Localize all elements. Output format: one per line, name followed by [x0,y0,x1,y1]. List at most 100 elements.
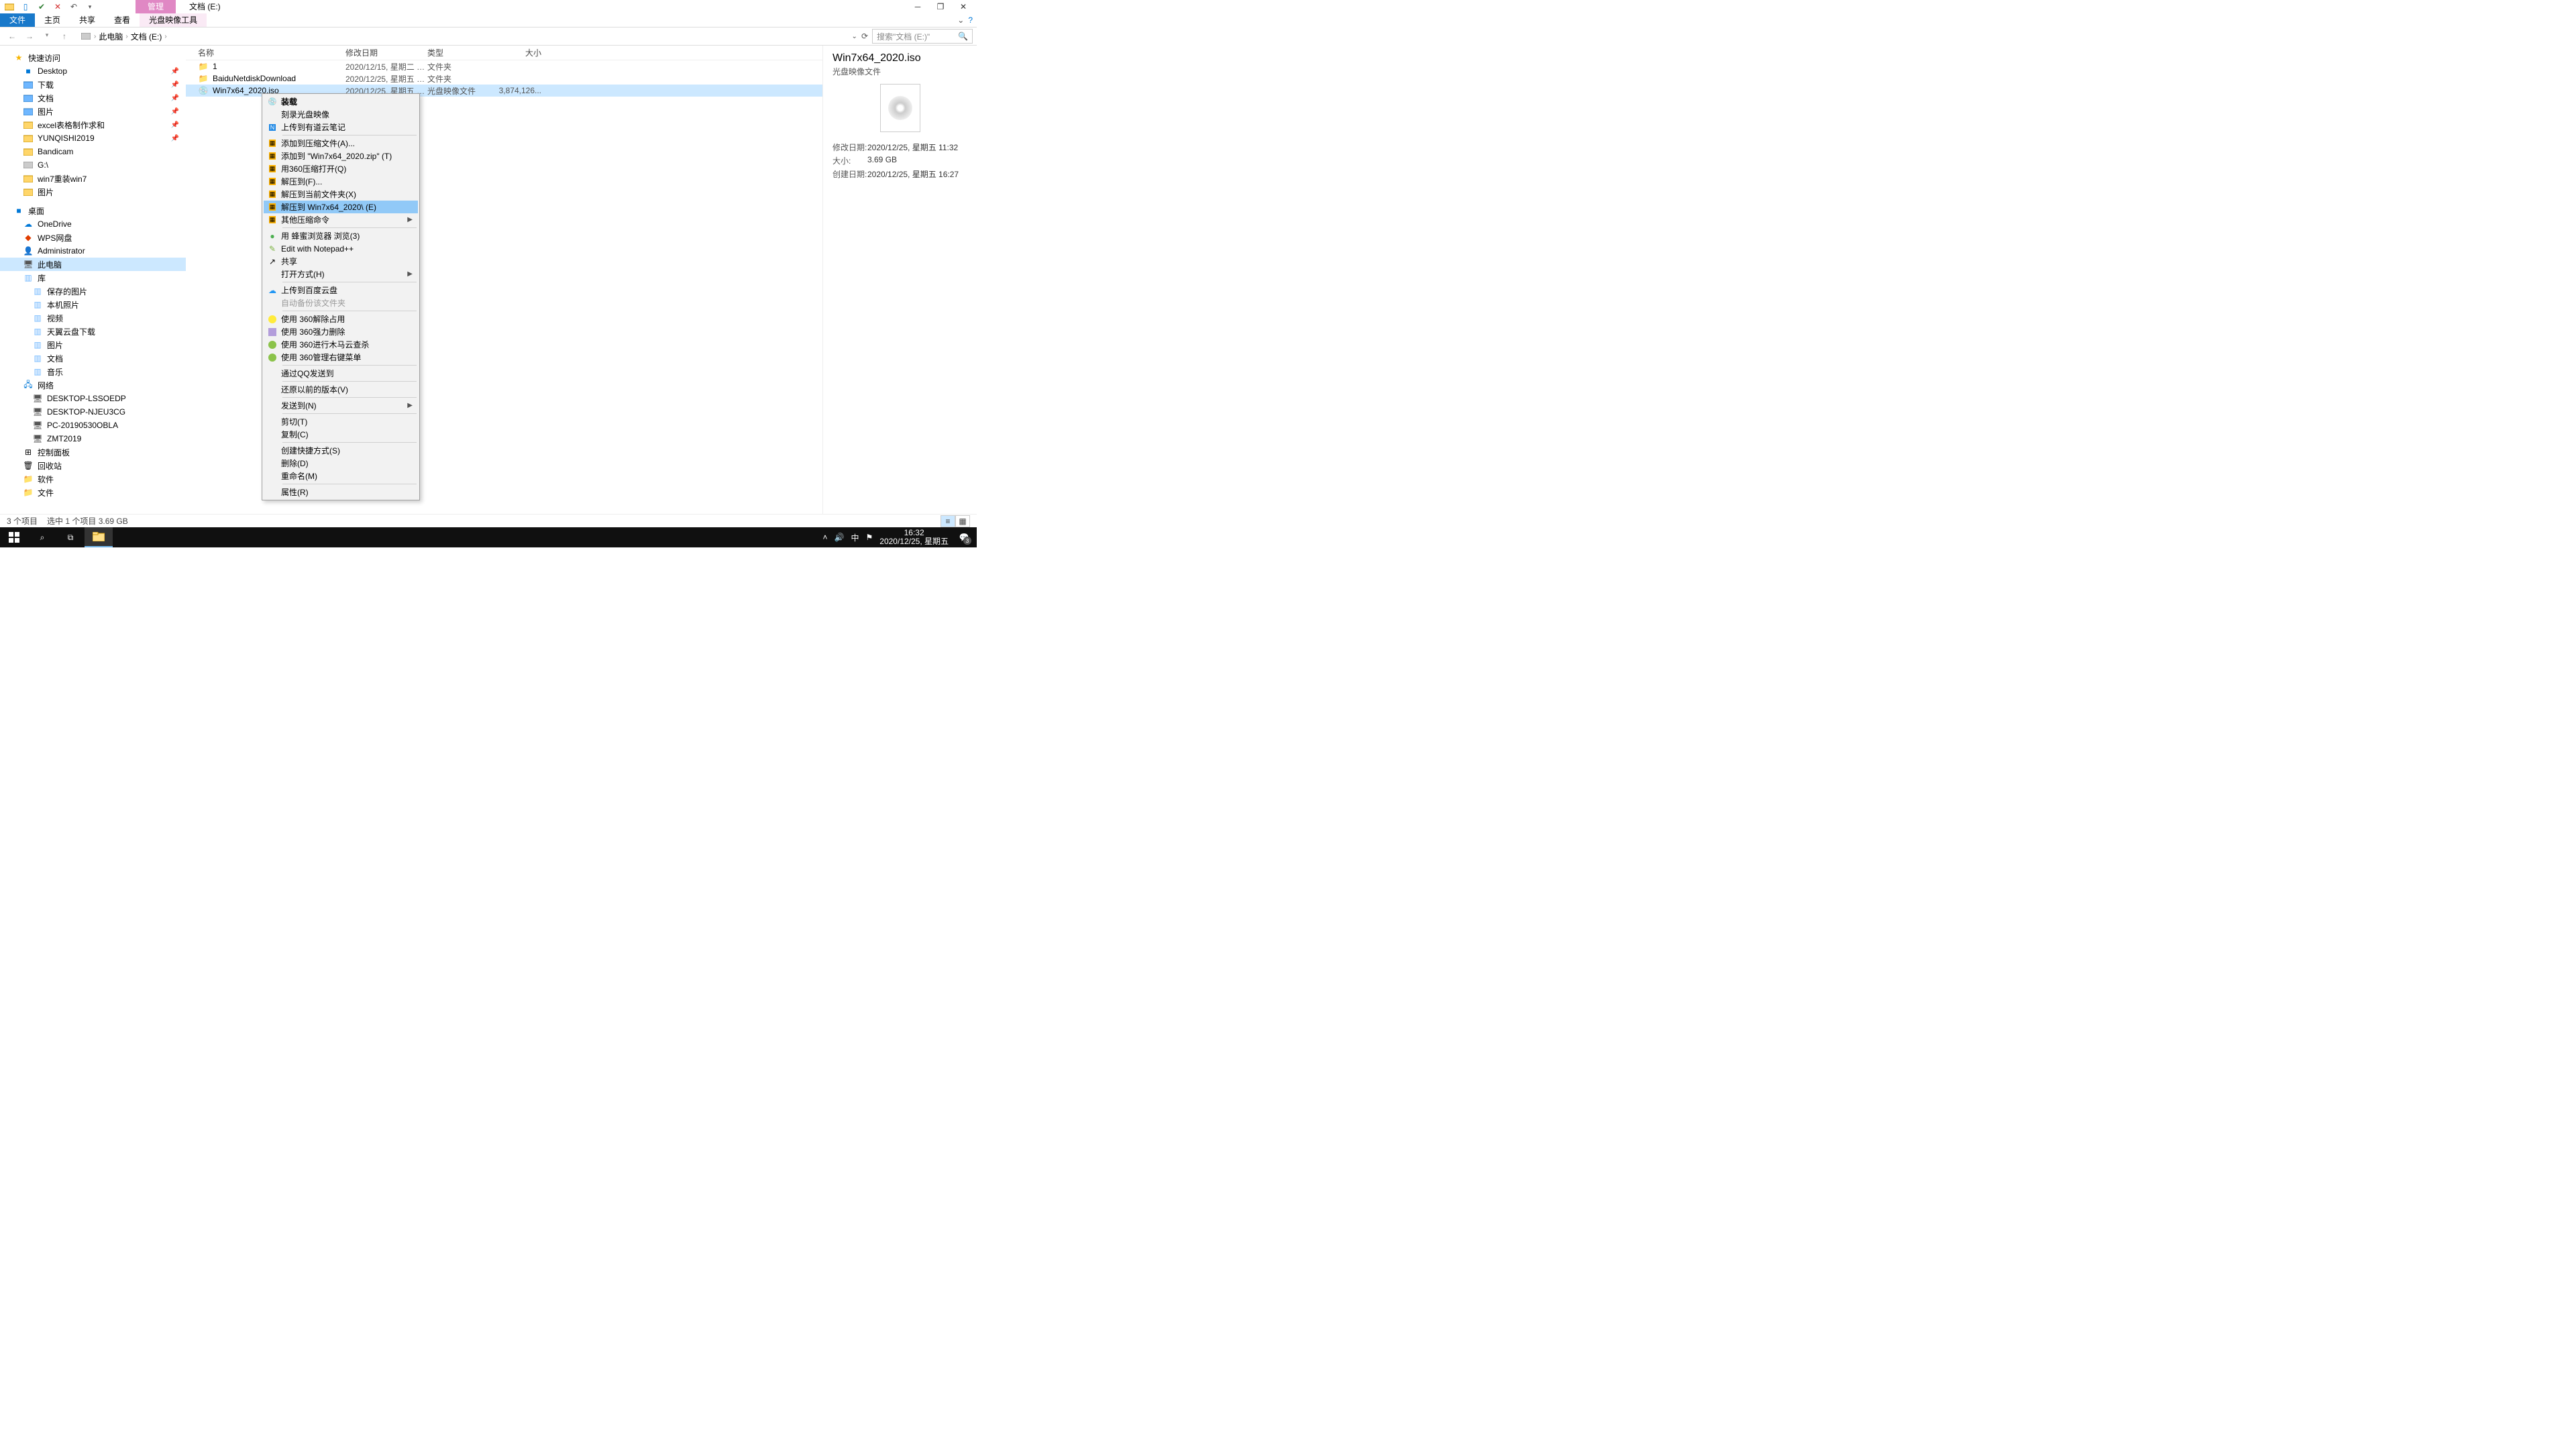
menu-item[interactable]: ▦ 解压到(F)... [264,175,418,188]
tree-item[interactable]: ▥天翼云盘下载 [0,325,186,338]
search-input[interactable]: 搜索"文档 (E:)" 🔍 [872,29,973,44]
tree-network[interactable]: 🖧 网络 [0,378,186,392]
ribbon-expand-icon[interactable]: ⌄ [957,15,964,25]
menu-item[interactable]: 创建快捷方式(S) [264,444,418,457]
tree-item[interactable]: ■Desktop📌 [0,64,186,78]
ribbon-tab-home[interactable]: 主页 [35,13,70,27]
tree-item[interactable]: ◆WPS网盘 [0,231,186,244]
qat-dropdown-icon[interactable]: ▾ [85,1,95,12]
tree-item[interactable]: ▥本机照片 [0,298,186,311]
tray-overflow-icon[interactable]: ˄ [823,533,828,542]
ribbon-tab-share[interactable]: 共享 [70,13,105,27]
qat-undo-icon[interactable]: ↶ [68,1,79,12]
menu-item[interactable]: 剪切(T) [264,415,418,428]
view-details-button[interactable]: ≡ [941,515,955,527]
taskbar-explorer-button[interactable] [85,527,113,547]
tree-item[interactable]: G:\ [0,158,186,172]
notification-center-button[interactable]: 💬 3 [955,529,973,546]
tree-item[interactable]: 图片📌 [0,105,186,118]
menu-item[interactable]: 删除(D) [264,457,418,470]
tree-quick-access[interactable]: ★ 快速访问 [0,51,186,64]
tree-item[interactable]: 图片 [0,185,186,199]
taskbar-clock[interactable]: 16:32 2020/12/25, 星期五 [879,529,949,546]
menu-item[interactable]: 使用 360解除占用 [264,313,418,325]
refresh-icon[interactable]: ⟳ [861,32,868,41]
menu-item[interactable]: 属性(R) [264,486,418,498]
tree-item[interactable]: 🖥ZMT2019 [0,432,186,445]
menu-item[interactable]: ▦ 其他压缩命令 ▶ [264,213,418,226]
volume-icon[interactable]: 🔊 [835,533,845,542]
breadcrumb-segment[interactable]: 文档 (E:) [131,31,162,42]
tree-item[interactable]: 📁文件 [0,486,186,499]
maximize-button[interactable]: ❐ [934,0,947,13]
menu-item[interactable]: 重命名(M) [264,470,418,482]
tree-item[interactable]: 🖥DESKTOP-NJEU3CG [0,405,186,419]
help-icon[interactable]: ? [968,15,973,25]
tree-item[interactable]: 下载📌 [0,78,186,91]
chevron-right-icon[interactable]: › [125,33,127,40]
start-button[interactable] [0,527,28,547]
tree-item[interactable]: 🖥DESKTOP-LSSOEDP [0,392,186,405]
breadcrumb-segment[interactable]: 此电脑 [99,31,123,42]
tree-item[interactable]: 👤Administrator [0,244,186,258]
tree-item[interactable]: 🖥此电脑 [0,258,186,271]
menu-item[interactable]: ▦ 添加到 "Win7x64_2020.zip" (T) [264,150,418,162]
tree-item[interactable]: ☁OneDrive [0,217,186,231]
nav-up-button[interactable]: ↑ [59,32,70,41]
menu-item[interactable]: 复制(C) [264,428,418,441]
tree-item[interactable]: ▥文档 [0,352,186,365]
column-name[interactable]: 名称 [198,47,345,58]
menu-item[interactable]: ✎ Edit with Notepad++ [264,242,418,255]
tree-item[interactable]: ▥库 [0,271,186,284]
qat-delete-icon[interactable]: ✕ [52,1,63,12]
menu-item[interactable]: 💿 装载 [264,95,418,108]
view-icons-button[interactable]: ▦ [955,515,970,527]
chevron-right-icon[interactable]: › [164,33,166,40]
menu-item[interactable]: 使用 360管理右键菜单 [264,351,418,364]
tree-item[interactable]: ▥图片 [0,338,186,352]
file-row[interactable]: 📁 1 2020/12/15, 星期二 1... 文件夹 [186,60,822,72]
column-headers[interactable]: 名称 修改日期 类型 大小 [186,46,822,60]
column-type[interactable]: 类型 [427,47,494,58]
menu-item[interactable]: 打开方式(H) ▶ [264,268,418,280]
tree-item[interactable]: ▥保存的图片 [0,284,186,298]
minimize-button[interactable]: ─ [911,0,924,13]
tree-desktop-root[interactable]: ■ 桌面 [0,204,186,217]
menu-item[interactable]: 使用 360进行木马云查杀 [264,338,418,351]
nav-recent-dropdown[interactable]: ▾ [42,32,52,41]
column-date[interactable]: 修改日期 [345,47,427,58]
menu-item[interactable]: 使用 360强力删除 [264,325,418,338]
tree-item[interactable]: ▥音乐 [0,365,186,378]
tree-item[interactable]: 🗑回收站 [0,459,186,472]
taskbar[interactable]: ⌕ ⧉ ˄ 🔊 中 ⚑ 16:32 2020/12/25, 星期五 💬 3 [0,527,977,547]
ime-indicator[interactable]: 中 [851,532,859,543]
menu-item[interactable]: ▦ 用360压缩打开(Q) [264,162,418,175]
task-view-button[interactable]: ⧉ [56,527,85,547]
search-button[interactable]: ⌕ [28,527,56,547]
ribbon-tab-view[interactable]: 查看 [105,13,140,27]
column-size[interactable]: 大小 [494,47,548,58]
tree-item[interactable]: ⊞控制面板 [0,445,186,459]
menu-item[interactable]: N 上传到有道云笔记 [264,121,418,133]
contextual-tab[interactable]: 管理 [136,0,176,13]
menu-item[interactable]: ▦ 解压到当前文件夹(X) [264,188,418,201]
menu-item[interactable]: ● 用 蜂蜜浏览器 浏览(3) [264,229,418,242]
tree-item[interactable]: YUNQISHI2019📌 [0,131,186,145]
tree-item[interactable]: win7重装win7 [0,172,186,185]
tree-item[interactable]: ▥视频 [0,311,186,325]
close-button[interactable]: ✕ [957,0,970,13]
tree-item[interactable]: 文档📌 [0,91,186,105]
menu-item[interactable]: 通过QQ发送到 [264,367,418,380]
nav-back-button[interactable]: ← [7,32,17,41]
menu-item[interactable]: ↗ 共享 [264,255,418,268]
tree-item[interactable]: 🖥PC-20190530OBLA [0,419,186,432]
file-row[interactable]: 📁 BaiduNetdiskDownload 2020/12/25, 星期五 1… [186,72,822,85]
qat-item[interactable]: ▯ [20,1,31,12]
menu-item[interactable]: ▦ 解压到 Win7x64_2020\ (E) [264,201,418,213]
menu-item[interactable]: 发送到(N) ▶ [264,399,418,412]
chevron-right-icon[interactable]: › [94,33,96,40]
tree-item[interactable]: Bandicam [0,145,186,158]
qat-check-icon[interactable]: ✔ [36,1,47,12]
menu-item[interactable]: 刻录光盘映像 [264,108,418,121]
tree-item[interactable]: 📁软件 [0,472,186,486]
